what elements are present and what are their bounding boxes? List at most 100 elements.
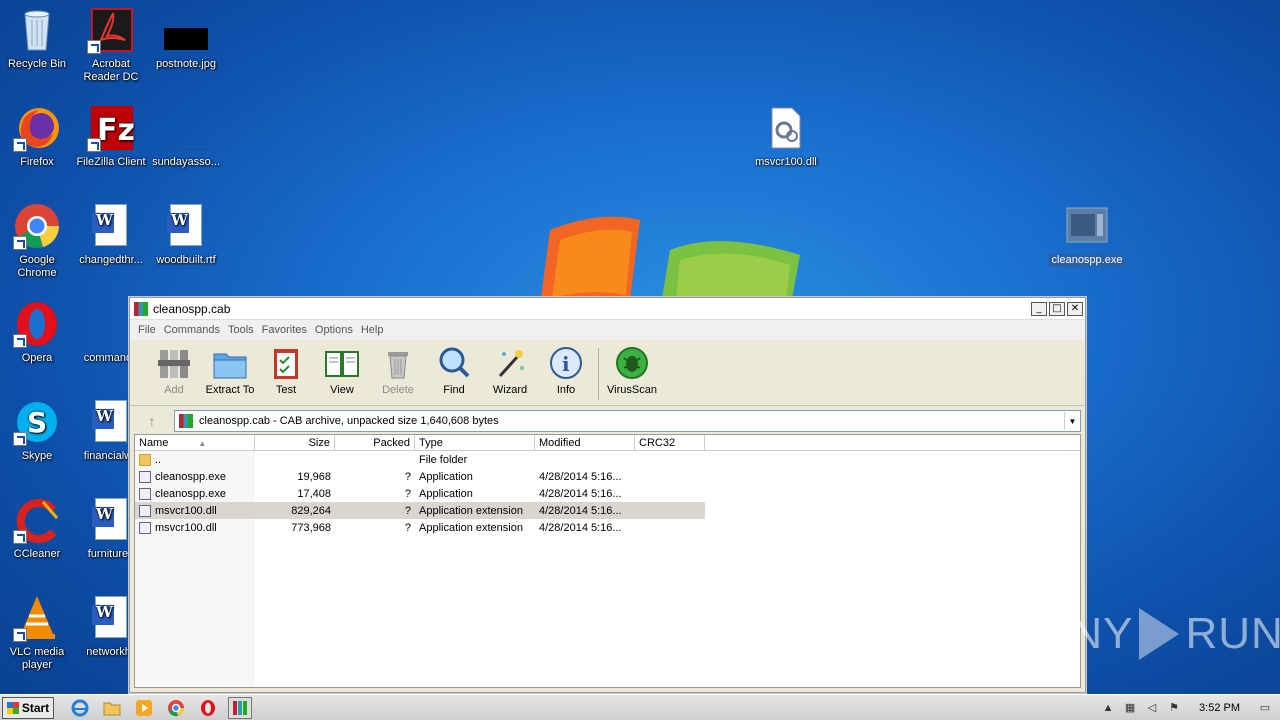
find-button[interactable]: Find <box>426 346 482 396</box>
maximize-button[interactable]: □ <box>1049 301 1065 316</box>
image-file-icon <box>162 6 210 54</box>
menu-file[interactable]: File <box>134 324 160 336</box>
desktop-icon-msvcr100-dll[interactable]: msvcr100.dll <box>749 104 823 169</box>
desktop-icon-firefox[interactable]: Firefox <box>0 104 74 169</box>
desktop-icon-vlc[interactable]: VLC media player <box>0 594 74 672</box>
taskbar-winrar-icon[interactable] <box>228 696 252 719</box>
desktop-icon-ccleaner[interactable]: CCleaner <box>0 496 74 561</box>
file-rows: .. File folder cleanospp.exe 19,968 ? Ap… <box>135 451 1080 536</box>
desktop-icon-chrome[interactable]: Google Chrome <box>0 202 74 280</box>
taskbar: Start ▲ ▦ ◁ ⚑ 3:52 PM ▭ <box>0 694 1280 720</box>
windows-logo-wallpaper <box>540 216 800 310</box>
shortcut-arrow-icon <box>13 530 27 544</box>
extract-to-label: Extract To <box>205 384 255 396</box>
volume-icon[interactable]: ◁ <box>1145 701 1159 715</box>
taskbar-explorer-icon[interactable] <box>100 697 124 719</box>
blank-file-icon <box>162 104 210 152</box>
test-label: Test <box>275 384 297 396</box>
archive-path-text: cleanospp.cab - CAB archive, unpacked si… <box>199 415 499 427</box>
table-row-selected[interactable]: msvcr100.dll 829,264 ? Application exten… <box>135 502 705 519</box>
table-row[interactable]: .. File folder <box>135 451 1080 468</box>
desktop-icon-cleanospp-exe[interactable]: cleanospp.exe <box>1049 202 1125 267</box>
taskbar-chrome-icon[interactable] <box>164 697 188 719</box>
windows-logo-icon <box>6 701 19 714</box>
word-doc-icon <box>87 594 135 642</box>
shortcut-arrow-icon <box>13 432 27 446</box>
table-row[interactable]: cleanospp.exe 17,408 ? Application 4/28/… <box>135 485 1080 502</box>
network-icon[interactable]: ▦ <box>1123 701 1137 715</box>
desktop-icon-sundayasso[interactable]: sundayasso... <box>149 104 223 169</box>
delete-label: Delete <box>382 384 414 396</box>
bug-scan-icon <box>614 346 650 380</box>
up-arrow-icon[interactable]: ↑ <box>134 411 170 431</box>
column-header-size[interactable]: Size <box>255 435 335 450</box>
taskbar-opera-icon[interactable] <box>196 697 220 719</box>
menu-favorites[interactable]: Favorites <box>258 324 311 336</box>
window-titlebar[interactable]: cleanospp.cab _ □ ✕ <box>130 298 1085 320</box>
info-icon: i <box>548 346 584 380</box>
shortcut-arrow-icon <box>13 628 27 642</box>
file-list[interactable]: Name ▲ Size Packed Type Modified CRC32 ..… <box>134 434 1081 688</box>
winrar-window[interactable]: cleanospp.cab _ □ ✕ File Commands Tools … <box>129 297 1086 693</box>
desktop-icon-filezilla[interactable]: Fz FileZilla Client <box>74 104 148 169</box>
desktop-icon-acrobat[interactable]: Acrobat Reader DC <box>74 6 148 84</box>
shortcut-arrow-icon <box>87 40 101 54</box>
desktop-icon-recycle-bin[interactable]: Recycle Bin <box>0 6 74 71</box>
extract-to-button[interactable]: Extract To <box>202 346 258 396</box>
test-button[interactable]: Test <box>258 346 314 396</box>
find-label: Find <box>443 384 465 396</box>
test-clipboard-icon <box>268 346 304 380</box>
archive-path-field[interactable]: cleanospp.cab - CAB archive, unpacked si… <box>174 410 1081 432</box>
start-button[interactable]: Start <box>2 696 54 719</box>
chrome-icon <box>13 202 61 250</box>
column-headers: Name ▲ Size Packed Type Modified CRC32 <box>135 435 1080 451</box>
menu-commands[interactable]: Commands <box>160 324 224 336</box>
wizard-button[interactable]: Wizard <box>482 346 538 396</box>
word-doc-icon <box>87 398 135 446</box>
add-button[interactable]: Add <box>146 346 202 396</box>
anyrun-watermark: ANY RUN <box>1040 608 1280 660</box>
taskbar-ie-icon[interactable] <box>68 697 92 719</box>
shortcut-arrow-icon <box>13 334 27 348</box>
virusscan-button[interactable]: VirusScan <box>603 346 661 396</box>
show-desktop-icon[interactable]: ▭ <box>1258 701 1272 715</box>
taskbar-media-player-icon[interactable] <box>132 697 156 719</box>
table-row[interactable]: msvcr100.dll 773,968 ? Application exten… <box>135 519 1080 536</box>
toolbar: Add Extract To Test View Delete Find Wiz… <box>130 340 1085 406</box>
column-header-crc32[interactable]: CRC32 <box>635 435 705 450</box>
minimize-button[interactable]: _ <box>1031 301 1047 316</box>
skype-icon: S <box>13 398 61 446</box>
column-header-packed[interactable]: Packed <box>335 435 415 450</box>
word-doc-icon <box>87 202 135 250</box>
desktop-icon-woodbuilt[interactable]: woodbuilt.rtf <box>149 202 223 267</box>
chevron-down-icon[interactable]: ▼ <box>1064 412 1080 430</box>
menu-help[interactable]: Help <box>357 324 388 336</box>
shortcut-arrow-icon <box>87 138 101 152</box>
menu-tools[interactable]: Tools <box>224 324 258 336</box>
trash-icon <box>380 346 416 380</box>
menu-bar: File Commands Tools Favorites Options He… <box>130 320 1085 340</box>
exe-file-icon <box>1063 202 1111 250</box>
delete-button[interactable]: Delete <box>370 346 426 396</box>
column-header-type[interactable]: Type <box>415 435 535 450</box>
taskbar-clock[interactable]: 3:52 PM <box>1199 702 1240 714</box>
column-header-name[interactable]: Name ▲ <box>135 435 255 450</box>
chevron-up-icon[interactable]: ▲ <box>1101 701 1115 715</box>
close-button[interactable]: ✕ <box>1067 301 1083 316</box>
menu-options[interactable]: Options <box>311 324 357 336</box>
column-header-modified[interactable]: Modified <box>535 435 635 450</box>
acrobat-icon <box>87 6 135 54</box>
winrar-icon <box>134 301 148 316</box>
winrar-archive-icon <box>179 414 193 428</box>
view-label: View <box>330 384 354 396</box>
desktop-icon-changedthr[interactable]: changedthr... <box>74 202 148 267</box>
view-button[interactable]: View <box>314 346 370 396</box>
firefox-icon <box>13 104 61 152</box>
desktop-icon-postnote[interactable]: postnote.jpg <box>149 6 223 71</box>
info-button[interactable]: i Info <box>538 346 594 396</box>
table-row[interactable]: cleanospp.exe 19,968 ? Application 4/28/… <box>135 468 1080 485</box>
shortcut-arrow-icon <box>13 138 27 152</box>
desktop-icon-opera[interactable]: Opera <box>0 300 74 365</box>
desktop-icon-skype[interactable]: S Skype <box>0 398 74 463</box>
action-center-flag-icon[interactable]: ⚑ <box>1167 701 1181 715</box>
